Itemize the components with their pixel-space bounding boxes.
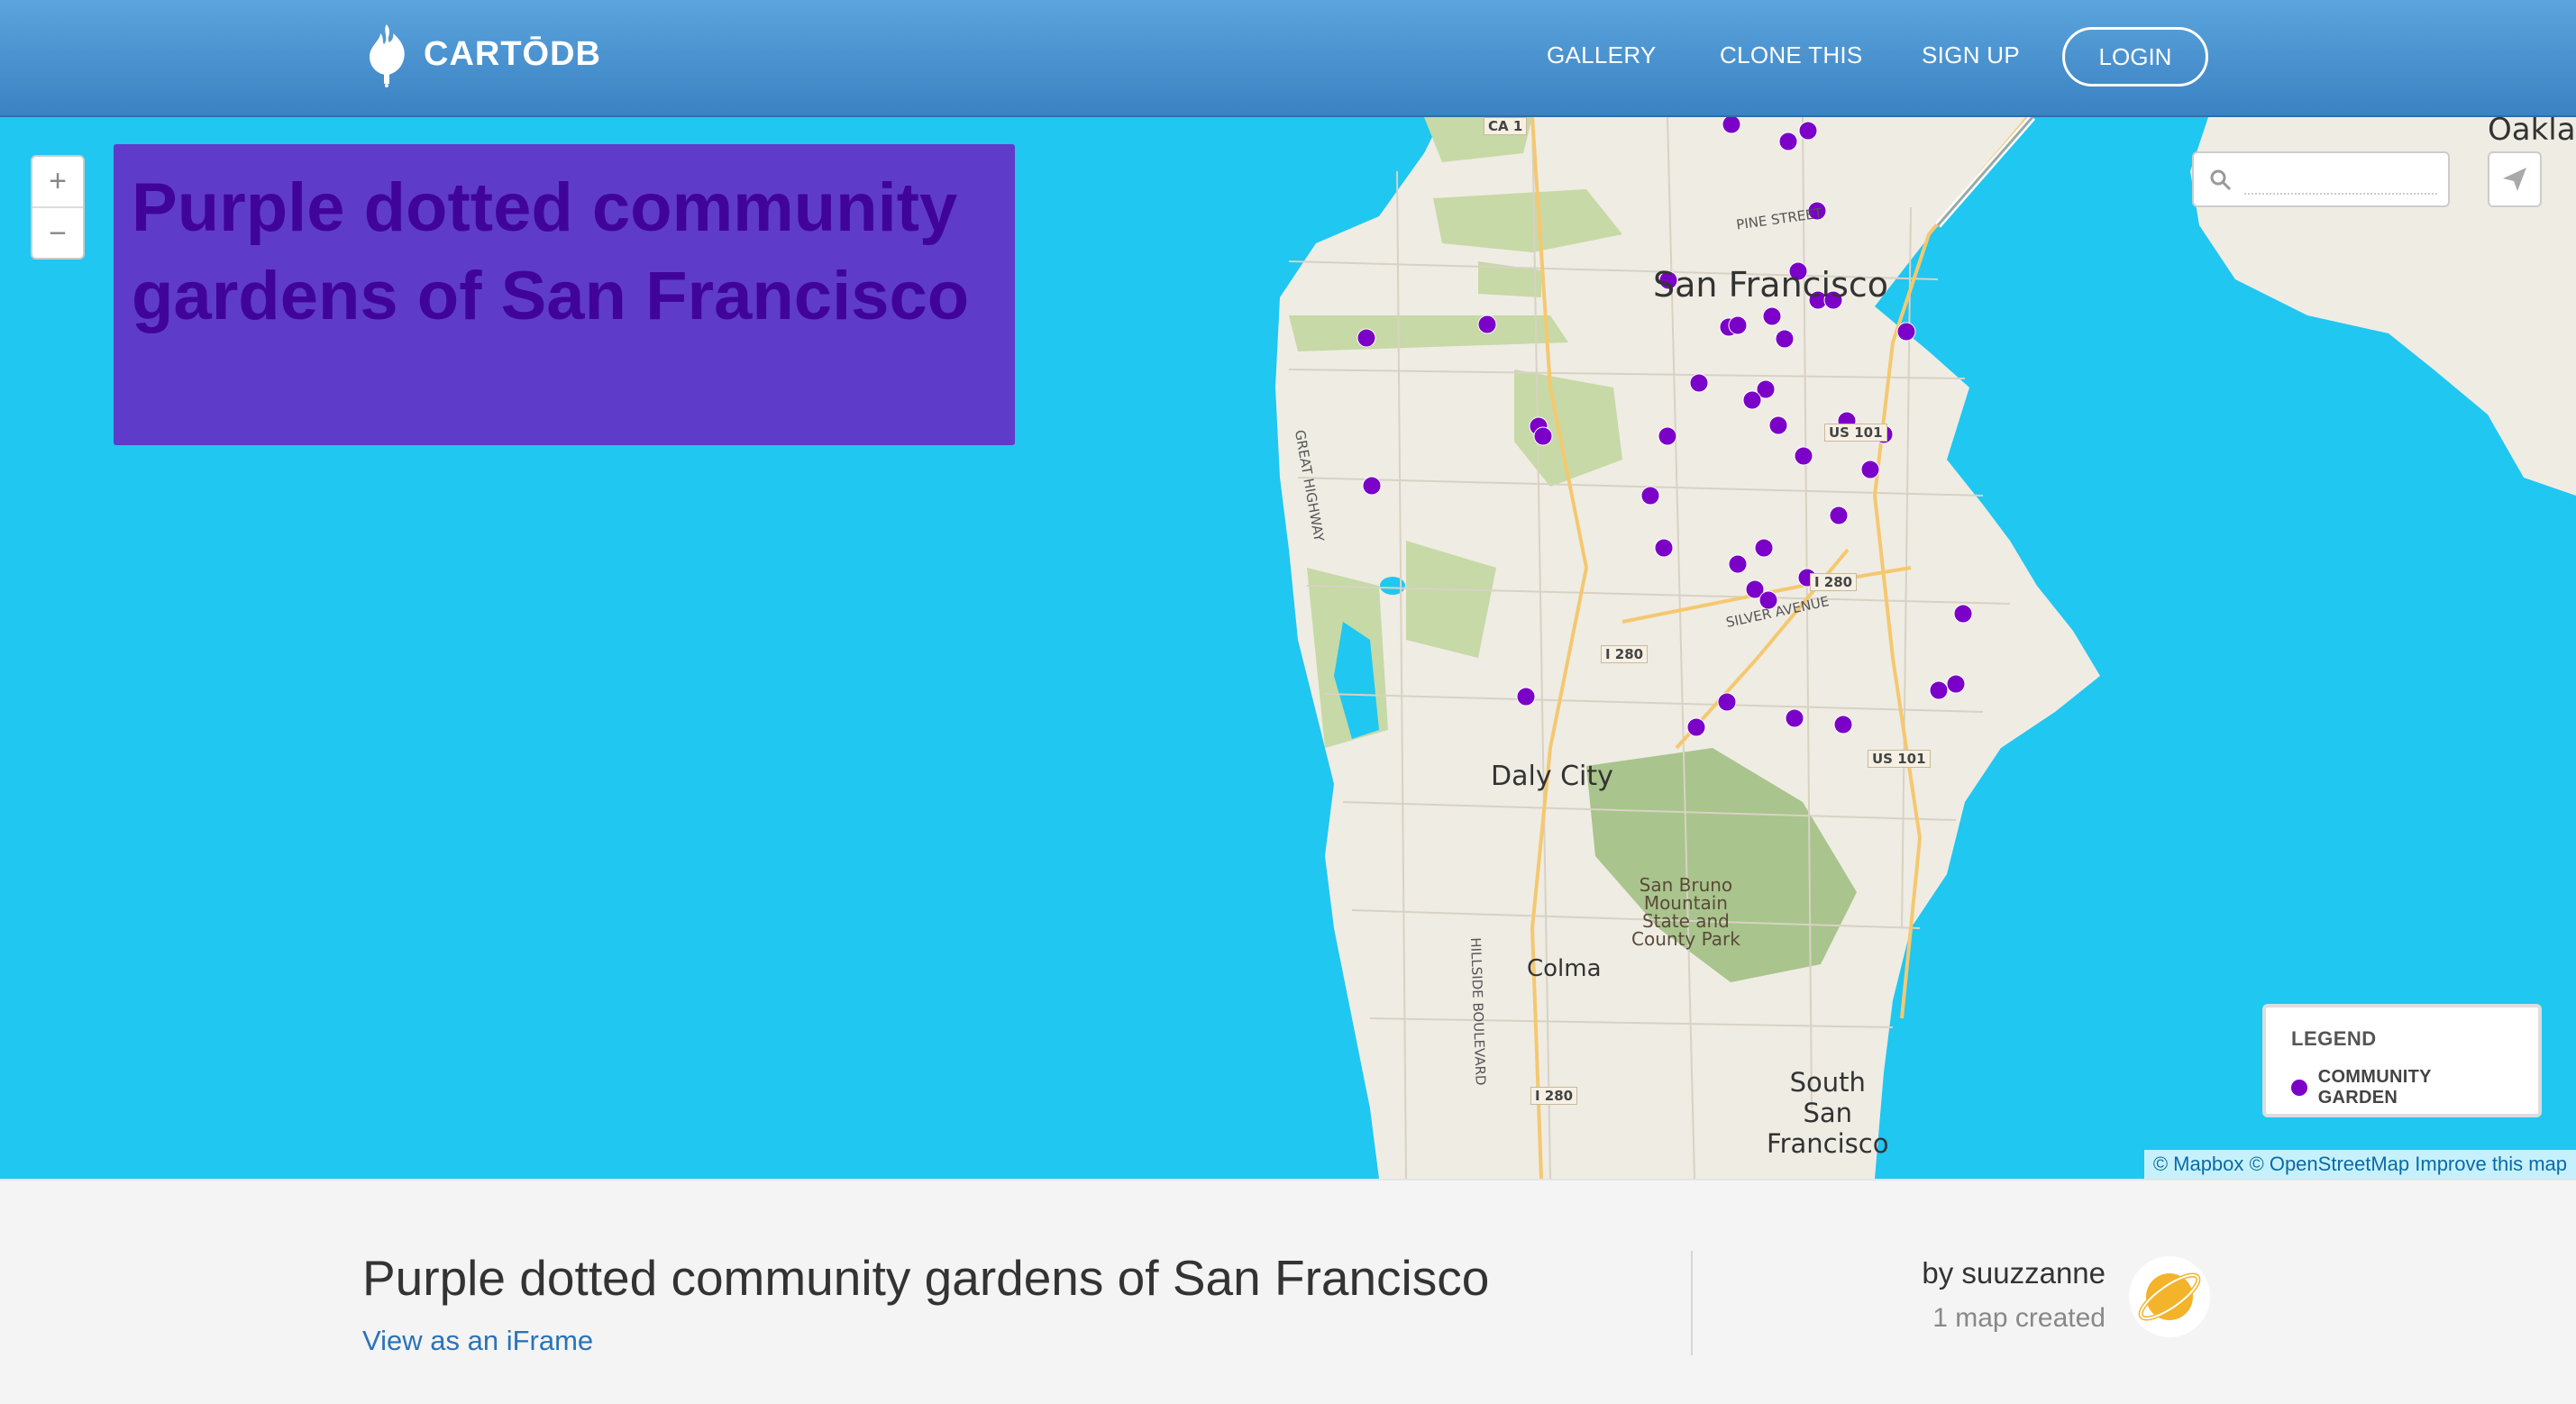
nav-clone-this[interactable]: CLONE THIS bbox=[1720, 41, 1863, 69]
zoom-in-button[interactable]: + bbox=[32, 157, 83, 208]
paper-plane-icon bbox=[2503, 168, 2526, 191]
nav-sign-up[interactable]: SIGN UP bbox=[1922, 41, 2020, 69]
map-legend: LEGEND COMMUNITY GARDEN bbox=[2262, 1004, 2542, 1117]
locate-button[interactable] bbox=[2488, 151, 2542, 207]
zoom-control: + − bbox=[31, 155, 85, 260]
author-name[interactable]: by suuzzanne bbox=[1922, 1256, 2106, 1290]
label-us101-south: US 101 bbox=[1868, 750, 1931, 768]
logo-text: CARTŌDB bbox=[424, 34, 601, 73]
legend-title: LEGEND bbox=[2291, 1027, 2377, 1050]
label-i280-north: I 280 bbox=[1810, 573, 1858, 591]
map-info-footer: Purple dotted community gardens of San F… bbox=[0, 1179, 2576, 1404]
label-oakland: Oakla bbox=[2488, 117, 2576, 148]
legend-item: COMMUNITY GARDEN bbox=[2291, 1067, 2513, 1108]
label-i280-south: I 280 bbox=[1530, 1087, 1578, 1105]
map-title: Purple dotted community gardens of San F… bbox=[132, 169, 970, 334]
flame-icon bbox=[370, 24, 405, 87]
map-search bbox=[2192, 151, 2450, 207]
map-search-input[interactable] bbox=[2244, 166, 2437, 195]
legend-dot-icon bbox=[2291, 1080, 2307, 1096]
label-i280-middle: I 280 bbox=[1601, 645, 1649, 663]
zoom-out-button[interactable]: − bbox=[32, 208, 83, 260]
nav-gallery[interactable]: GALLERY bbox=[1547, 41, 1657, 69]
top-navbar: CARTŌDB GALLERY CLONE THIS SIGN UP LOGIN bbox=[0, 0, 2576, 117]
search-icon bbox=[2210, 169, 2232, 191]
label-south-san-francisco: South San Francisco bbox=[1767, 1067, 1889, 1159]
label-san-francisco: San Francisco bbox=[1653, 265, 1889, 305]
label-daly-city: Daly City bbox=[1491, 761, 1613, 792]
footer-map-title: Purple dotted community gardens of San F… bbox=[362, 1250, 1490, 1306]
login-button[interactable]: LOGIN bbox=[2062, 27, 2208, 87]
label-ca1: CA 1 bbox=[1484, 117, 1528, 135]
label-colma: Colma bbox=[1527, 955, 1602, 982]
cartodb-logo[interactable]: CARTŌDB bbox=[362, 20, 601, 88]
legend-item-label: COMMUNITY GARDEN bbox=[2317, 1067, 2432, 1108]
footer-divider bbox=[1691, 1251, 1693, 1355]
maps-created-count: 1 map created bbox=[1932, 1303, 2106, 1333]
planet-icon bbox=[2138, 1272, 2201, 1321]
map-title-overlay: Purple dotted community gardens of San F… bbox=[114, 144, 1015, 445]
map-canvas[interactable]: Oakla San Francisco Daly City Colma Sout… bbox=[0, 117, 2576, 1179]
author-avatar[interactable] bbox=[2129, 1256, 2210, 1337]
label-san-bruno-park: San Bruno Mountain State and County Park bbox=[1631, 874, 1740, 950]
map-attribution[interactable]: © Mapbox © OpenStreetMap Improve this ma… bbox=[2143, 1150, 2576, 1179]
view-as-iframe-link[interactable]: View as an iFrame bbox=[362, 1325, 593, 1357]
label-us101-north: US 101 bbox=[1824, 424, 1887, 442]
